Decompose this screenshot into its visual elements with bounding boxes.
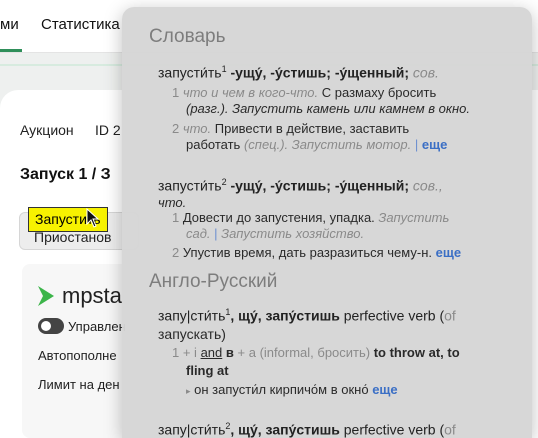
- entry-1-more-link[interactable]: еще: [422, 137, 447, 152]
- entry-2-sense-2: 2 Упустив время, дать разразиться чему-н…: [172, 245, 461, 260]
- sense-number: 2: [172, 245, 180, 260]
- sense-number: 1: [172, 85, 180, 100]
- daily-limit-label: Лимит на ден: [38, 377, 120, 392]
- entry-4-of: of: [444, 421, 456, 438]
- entry-3-sense-1: 1 + i and в + a (informal, бросить) to t…: [172, 345, 460, 360]
- sense-grammar: что.: [182, 121, 212, 136]
- tab-statistics[interactable]: Статистика: [41, 16, 120, 33]
- launch-title: Запуск 1 / З: [20, 166, 111, 183]
- sense-definition-cont: работать: [186, 137, 241, 152]
- toggle-knob: [41, 321, 51, 331]
- sense-prep: в: [225, 345, 234, 360]
- sense-and: and: [200, 345, 223, 360]
- sense-definition: С размаху бросить: [321, 85, 437, 100]
- mouse-cursor-icon: [86, 208, 100, 228]
- entry-1-word: запусти́ть: [158, 64, 222, 81]
- sense-translation: to throw at, to: [373, 345, 460, 360]
- entry-3-line-2: запускать): [158, 326, 226, 342]
- entry-3-word: запу|сти́ть: [158, 307, 226, 324]
- entry-3-example: ▸ он запусти́л кирпичо́м в окно́ еще: [186, 382, 398, 397]
- sense-definition: Привести в действие, заставить: [214, 121, 410, 136]
- entry-4-pos: perfective verb (: [343, 421, 445, 438]
- tab-active[interactable]: ми: [0, 16, 19, 33]
- separator: |: [214, 226, 218, 241]
- dictionary-popover: Словарь запусти́ть1 -ущу́, -у́стишь; -у́…: [122, 7, 532, 438]
- entry-2-forms: -ущу́, -у́стишь; -у́щенный;: [230, 177, 410, 194]
- sense-number: 2: [172, 121, 180, 136]
- entry-2-sup: 2: [221, 177, 227, 187]
- entry-1-sense-1: 1 что и чем в кого-что. С размаху бросит…: [172, 85, 436, 100]
- entry-2-sense-1: 1 Довести до запустения, упадка. Запусти…: [172, 210, 449, 225]
- sense-number: 1: [172, 210, 180, 225]
- entry-1-sense-1-example: (разг.). Запустить камень или камнем в о…: [186, 101, 470, 116]
- entry-3-translation-cont: fling at: [186, 363, 229, 378]
- sense-example: (спец.). Запустить мотор.: [243, 137, 412, 152]
- entry-4-forms: , щу́, запу́стишь: [230, 421, 340, 438]
- sense-example-2: Запустить хозяйство.: [221, 226, 365, 241]
- mpstats-logo-icon: [38, 286, 54, 306]
- mpstats-logo-text: mpsta: [62, 283, 122, 308]
- entry-1-forms: -ущу́, -у́стишь; -у́щенный;: [230, 64, 410, 81]
- active-tab-indicator: [0, 49, 22, 52]
- toggle-label: Управлен: [68, 319, 126, 334]
- section-english-russian: Англо-Русский: [149, 271, 278, 292]
- entry-4-headword: запу|сти́ть2, щу́, запу́стишь perfective…: [158, 421, 456, 438]
- separator: |: [414, 137, 419, 152]
- entry-4-word: запу|сти́ть: [158, 421, 226, 438]
- auction-label: Аукцион: [20, 122, 74, 138]
- example-bullet-icon: ▸: [186, 386, 191, 396]
- entry-2-headword: запусти́ть2 -ущу́, -у́стишь; -у́щенный; …: [158, 177, 443, 194]
- entry-3-headword: запу|сти́ть1, щу́, запу́стишь perfective…: [158, 307, 456, 324]
- section-dictionary: Словарь: [149, 26, 226, 47]
- sense-number: 1 + i: [172, 345, 197, 360]
- entry-3-pos: perfective verb (: [343, 307, 445, 324]
- entry-1-headword: запусти́ть1 -ущу́, -у́стишь; -у́щенный; …: [158, 64, 439, 81]
- entry-1-pos: сов.: [412, 64, 439, 81]
- entry-1-sense-2-cont: работать (спец.). Запустить мотор. | еще: [186, 137, 447, 152]
- sense-grammar: что и чем в кого-что.: [182, 85, 319, 100]
- sense-definition: Упустив время, дать разразиться чему-н.: [182, 245, 432, 260]
- entry-3-of: of: [444, 307, 456, 324]
- sense-register: (informal, бросить): [259, 345, 371, 360]
- example-text: он запусти́л кирпичо́м в окно́: [194, 382, 369, 397]
- entry-1-sense-2: 2 что. Привести в действие, заставить: [172, 121, 409, 136]
- sense-case: + a: [237, 345, 256, 360]
- entry-1-sup: 1: [221, 64, 227, 74]
- sense-example: Запустить: [378, 210, 450, 225]
- entry-2-sense-1-cont: сад. | Запустить хозяйство.: [186, 226, 364, 241]
- entry-2-more-link[interactable]: еще: [436, 245, 461, 260]
- entry-3-forms: , щу́, запу́стишь: [230, 307, 340, 324]
- entry-3-more-link[interactable]: еще: [372, 382, 397, 397]
- campaign-id: ID 2: [95, 122, 121, 138]
- sense-definition: Довести до запустения, упадка.: [182, 210, 375, 225]
- entry-2-word: запусти́ть: [158, 177, 222, 194]
- entry-2-pos: сов.,: [412, 177, 443, 194]
- autofill-label: Автопополне: [38, 348, 117, 363]
- sense-example-cont: сад.: [186, 226, 211, 241]
- entry-2-pos-cont: что.: [158, 195, 187, 210]
